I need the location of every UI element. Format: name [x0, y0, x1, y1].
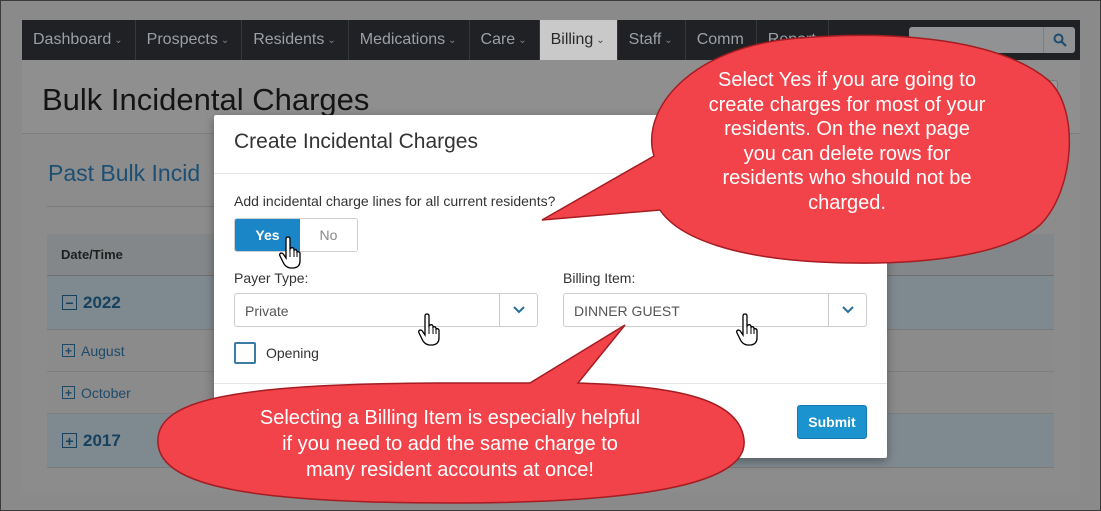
plus-box-icon: + [62, 386, 75, 399]
hand-pointer-icon [279, 236, 301, 269]
nav-staff[interactable]: Staff ⌄ [618, 20, 686, 60]
callout-text-bottom: Selecting a Billing Item is especially h… [180, 405, 720, 483]
nav-dashboard[interactable]: Dashboard ⌄ [22, 20, 136, 60]
page-title: Bulk Incidental Charges [42, 82, 370, 117]
callout-line: Select Yes if you are going to [718, 69, 976, 91]
section-title: Past Bulk Incid [48, 160, 201, 186]
chevron-down-icon: ⌄ [327, 34, 336, 46]
nav-label: Residents [253, 31, 325, 48]
callout-line: charged. [808, 191, 886, 214]
chevron-down-icon: ⌄ [664, 34, 673, 46]
chevron-down-icon [828, 294, 866, 326]
no-button[interactable]: No [300, 219, 357, 251]
payer-type-value: Private [245, 303, 289, 319]
row-label: August [81, 342, 125, 359]
billing-item-label: Billing Item: [563, 270, 636, 286]
chevron-down-icon: ⌄ [114, 34, 123, 46]
billing-item-select[interactable]: DINNER GUEST [563, 293, 867, 327]
payer-type-select[interactable]: Private [234, 293, 538, 327]
submit-button[interactable]: Submit [797, 405, 867, 439]
billing-item-value: DINNER GUEST [574, 303, 680, 319]
search-button[interactable] [1043, 27, 1075, 53]
column-header-date: Date/Time [61, 247, 123, 262]
callout-text-top: Select Yes if you are going to create ch… [662, 68, 1032, 215]
nav-label: Billing [550, 31, 594, 48]
row-label: 2022 [83, 292, 121, 312]
nav-label: Care [480, 31, 516, 48]
nav-medications[interactable]: Medications ⌄ [349, 20, 470, 60]
chevron-down-icon: ⌄ [518, 34, 527, 46]
search-icon [1053, 33, 1067, 47]
row-label: 2017 [83, 430, 121, 450]
payer-type-label: Payer Type: [234, 270, 309, 286]
callout-line: Selecting a Billing Item is especially h… [259, 407, 641, 429]
modal-title: Create Incidental Charges [234, 130, 478, 153]
callout-line: you can delete rows for [743, 142, 951, 165]
plus-box-icon: + [62, 344, 75, 357]
nav-label: Comm [696, 31, 744, 48]
plus-box-icon: + [62, 433, 77, 448]
nav-billing[interactable]: Billing ⌄ [539, 20, 618, 60]
chevron-down-icon: ⌄ [448, 34, 457, 46]
divider [214, 383, 887, 384]
nav-label: Dashboard [33, 31, 112, 48]
nav-care[interactable]: Care ⌄ [470, 20, 540, 60]
chevron-down-icon: ⌄ [596, 34, 605, 46]
hand-pointer-icon [736, 313, 758, 346]
nav-label: Report [767, 31, 816, 48]
row-label: October [81, 384, 131, 401]
callout-line: residents who should not be [722, 167, 972, 189]
search-input[interactable] [909, 27, 1075, 53]
top-nav: Dashboard ⌄ Prospects ⌄ Residents ⌄ Medicat… [22, 20, 1080, 60]
nav-prospects[interactable]: Prospects ⌄ [136, 20, 243, 60]
minus-box-icon: − [62, 295, 77, 310]
nav-report[interactable]: Report [757, 20, 829, 60]
callout-line: residents. On the next page [724, 118, 970, 140]
nav-label: Prospects [146, 31, 218, 48]
nav-residents[interactable]: Residents ⌄ [242, 20, 349, 60]
chevron-down-icon [499, 294, 537, 326]
opening-checkbox[interactable] [234, 342, 256, 364]
nav-label: Staff [628, 31, 662, 48]
chevron-down-icon: ⌄ [220, 34, 230, 46]
callout-line: if you need to add the same charge to [282, 433, 618, 455]
opening-label: Opening [266, 345, 319, 361]
nav-comm[interactable]: Comm [686, 20, 757, 60]
add-lines-question: Add incidental charge lines for all curr… [234, 193, 556, 209]
nav-label: Medications [359, 31, 446, 48]
callout-line: many resident accounts at once! [306, 459, 594, 481]
hand-pointer-icon [418, 313, 440, 346]
callout-line: create charges for most of your [708, 93, 986, 116]
